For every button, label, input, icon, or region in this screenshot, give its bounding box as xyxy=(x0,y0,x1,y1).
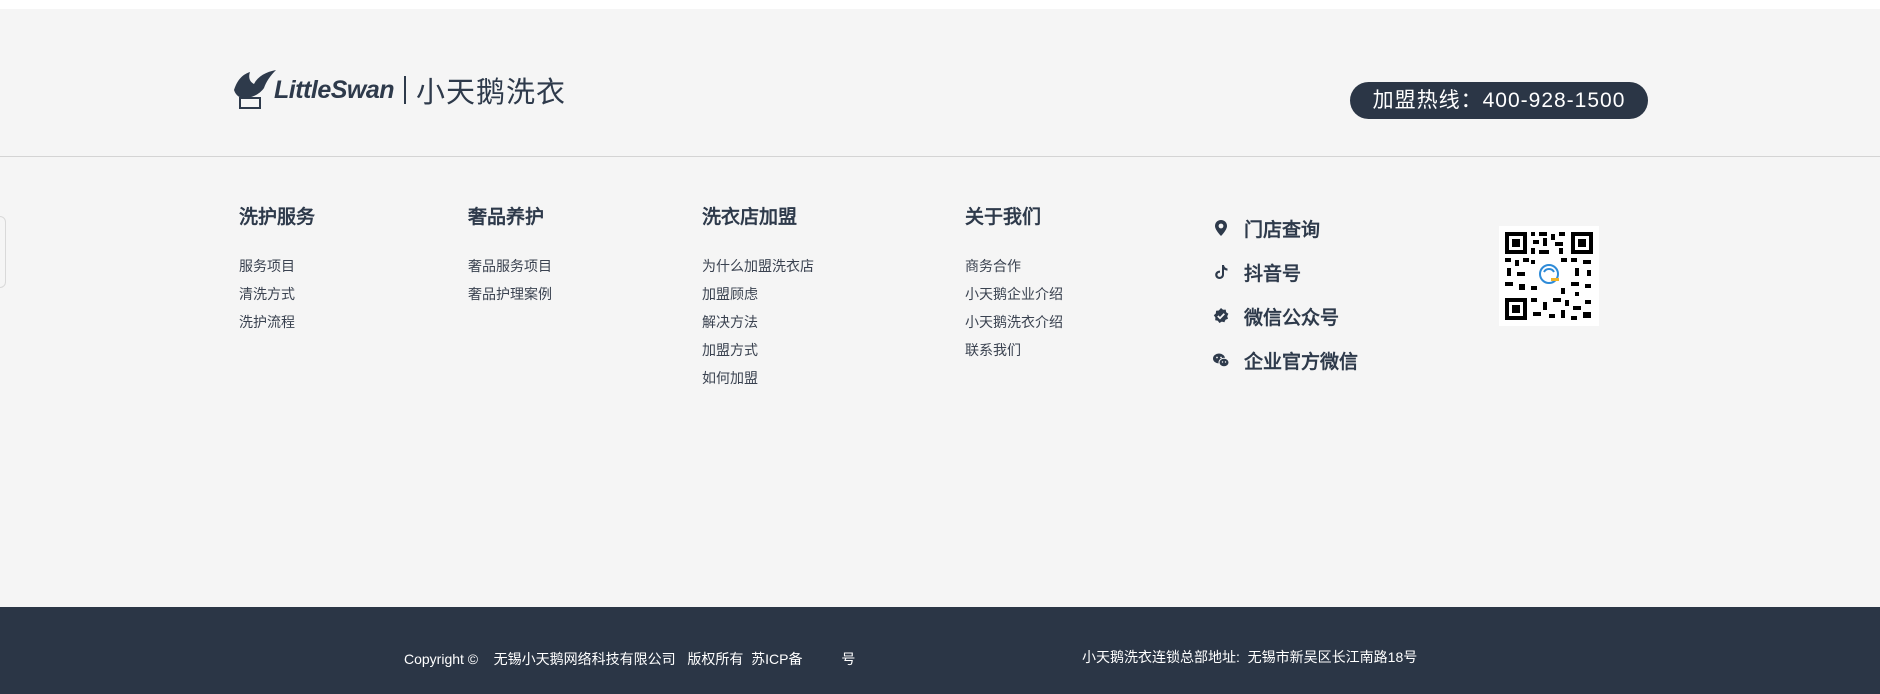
wechat-qr-code xyxy=(1499,226,1599,326)
location-pin-icon xyxy=(1215,220,1227,236)
social-label: 抖音号 xyxy=(1244,263,1302,285)
swan-logo-icon xyxy=(234,70,276,109)
footer-column-about-us: 关于我们 商务合作 小天鹅企业介绍 小天鹅洗衣介绍 联系我们 xyxy=(965,206,1063,364)
column-title: 奢品养护 xyxy=(468,207,545,228)
social-label: 企业官方微信 xyxy=(1244,351,1359,373)
footer-link[interactable]: 小天鹅企业介绍 xyxy=(965,280,1063,308)
verified-badge-icon xyxy=(1213,308,1229,323)
footer-column-laundry-service: 洗护服务 服务项目 清洗方式 洗护流程 xyxy=(239,206,315,336)
logo-separator xyxy=(404,76,407,104)
footer-link[interactable]: 为什么加盟洗衣店 xyxy=(702,252,814,280)
footer-column-luxury-care: 奢品养护 奢品服务项目 奢品护理案例 xyxy=(468,206,552,308)
footer-link[interactable]: 小天鹅洗衣介绍 xyxy=(965,308,1063,336)
header-divider xyxy=(0,156,1880,157)
wechat-icon xyxy=(1213,353,1230,368)
footer-link[interactable]: 服务项目 xyxy=(239,252,315,280)
side-tab[interactable] xyxy=(0,216,6,288)
footer-link[interactable]: 清洗方式 xyxy=(239,280,315,308)
enterprise-wechat-link[interactable]: 企业官方微信 xyxy=(1212,338,1358,382)
qr-code-icon xyxy=(1499,226,1599,326)
social-label: 门店查询 xyxy=(1244,219,1321,241)
douyin-link[interactable]: 抖音号 xyxy=(1212,250,1358,294)
social-links: 门店查询 抖音号 微信公众号 企业官方微信 xyxy=(1212,206,1358,382)
headquarters-address: 小天鹅洗衣连锁总部地址: 无锡市新吴区长江南路18号 xyxy=(1082,649,1418,665)
column-title: 关于我们 xyxy=(965,207,1042,228)
footer-link[interactable]: 解决方法 xyxy=(702,308,814,336)
footer-link[interactable]: 洗护流程 xyxy=(239,308,315,336)
footer-link[interactable]: 联系我们 xyxy=(965,336,1063,364)
column-title: 洗衣店加盟 xyxy=(702,207,798,228)
column-title: 洗护服务 xyxy=(239,207,316,228)
logo-text-cn: 小天鹅洗衣 xyxy=(416,77,567,109)
footer-column-franchise: 洗衣店加盟 为什么加盟洗衣店 加盟顾虑 解决方法 加盟方式 如何加盟 xyxy=(702,206,814,392)
store-lookup-link[interactable]: 门店查询 xyxy=(1212,206,1358,250)
bottom-bar: Copyright © 无锡小天鹅网络科技有限公司 版权所有 苏ICP备 号 小… xyxy=(0,607,1880,694)
copyright-text: Copyright © 无锡小天鹅网络科技有限公司 版权所有 苏ICP备 号 xyxy=(404,651,856,667)
franchise-hotline-badge[interactable]: 加盟热线：400-928-1500 xyxy=(1350,82,1648,119)
footer-link[interactable]: 加盟顾虑 xyxy=(702,280,814,308)
tiktok-icon xyxy=(1215,265,1228,279)
footer-link[interactable]: 奢品服务项目 xyxy=(468,252,552,280)
footer-link[interactable]: 商务合作 xyxy=(965,252,1063,280)
logo[interactable]: LittleSwan 小天鹅洗衣 xyxy=(230,68,566,112)
footer-link[interactable]: 如何加盟 xyxy=(702,364,814,392)
social-label: 微信公众号 xyxy=(1244,307,1340,329)
wechat-official-account-link[interactable]: 微信公众号 xyxy=(1212,294,1358,338)
logo-text-en: LittleSwan xyxy=(274,75,395,104)
footer-link[interactable]: 加盟方式 xyxy=(702,336,814,364)
footer-link[interactable]: 奢品护理案例 xyxy=(468,280,552,308)
